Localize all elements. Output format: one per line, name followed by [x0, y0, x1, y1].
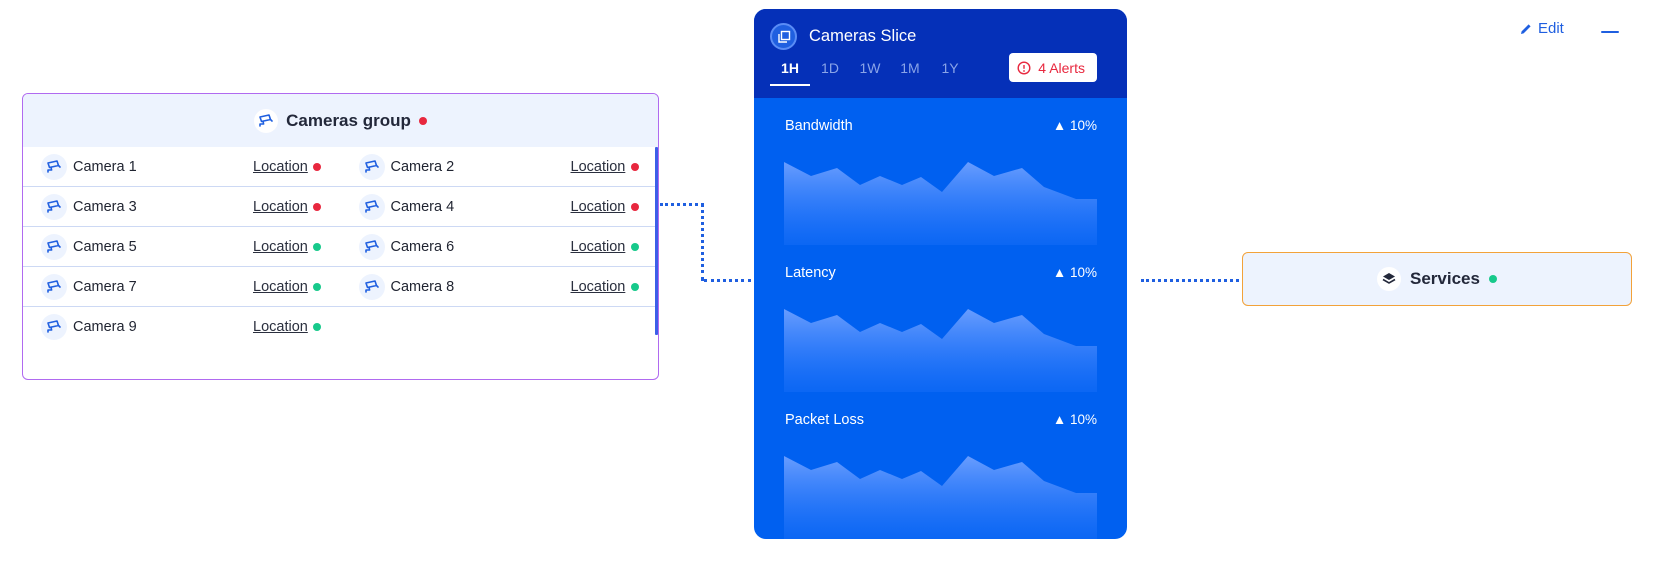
- metric-label: Bandwidth: [785, 118, 853, 134]
- metric-label: Packet Loss: [785, 412, 864, 428]
- camera-item[interactable]: Camera 4 Location: [341, 187, 659, 226]
- pencil-icon: [1521, 23, 1531, 34]
- cctv-camera-icon: [41, 233, 67, 260]
- edit-button[interactable]: Edit: [1520, 20, 1564, 37]
- camera-status-dot: [630, 243, 639, 251]
- camera-location-link[interactable]: Location: [571, 239, 626, 255]
- camera-name: Camera 7: [73, 278, 137, 295]
- camera-location-link[interactable]: Location: [253, 279, 308, 295]
- connector-group-to-slice-end: [704, 279, 751, 282]
- copy-stack-icon: [770, 23, 797, 50]
- tab-1y[interactable]: 1Y: [930, 58, 970, 86]
- slice-header: Cameras Slice 1H 1D 1W 1M 1Y 4 Alerts: [754, 9, 1127, 98]
- camera-status-dot: [630, 163, 639, 171]
- sparkline-area: [784, 309, 1097, 392]
- cctv-camera-icon: [41, 314, 67, 340]
- alert-circle-icon: [1017, 60, 1031, 75]
- camera-location-link[interactable]: Location: [571, 279, 626, 295]
- services-title: Services: [1410, 269, 1480, 288]
- slice-title: Cameras Slice: [809, 27, 917, 45]
- camera-name: Camera 1: [73, 158, 137, 175]
- camera-status-dot: [630, 283, 639, 291]
- camera-item[interactable]: Camera 5 Location: [23, 227, 341, 266]
- alerts-label: 4 Alerts: [1038, 59, 1085, 76]
- camera-item[interactable]: Camera 7 Location: [23, 267, 341, 306]
- camera-row: Camera 7 Location Camera 8 Location: [23, 267, 658, 307]
- cameras-group-card[interactable]: Cameras group Camera 1 Location Camera 2 Lo…: [22, 93, 659, 380]
- camera-item[interactable]: Camera 2 Location: [341, 147, 659, 186]
- camera-item[interactable]: Camera 1 Location: [23, 147, 341, 186]
- camera-status-dot: [313, 283, 321, 291]
- services-status-dot: [1488, 275, 1497, 283]
- camera-row: Camera 1 Location Camera 2 Location: [23, 147, 658, 187]
- cctv-camera-icon: [41, 193, 67, 220]
- camera-status-dot: [630, 203, 639, 211]
- camera-status-dot: [313, 323, 321, 331]
- camera-location-link[interactable]: Location: [253, 199, 308, 215]
- cctv-camera-icon: [358, 273, 385, 300]
- camera-status-dot: [313, 203, 321, 211]
- camera-item[interactable]: Camera 3 Location: [23, 187, 341, 226]
- cctv-camera-icon: [358, 153, 385, 180]
- metric-delta: ▲ 10%: [1052, 412, 1097, 427]
- services-card[interactable]: Services: [1242, 252, 1632, 306]
- cctv-camera-icon: [41, 273, 67, 300]
- cctv-camera-icon: [358, 233, 385, 260]
- camera-location-link[interactable]: Location: [253, 239, 308, 255]
- camera-row: Camera 9 Location: [23, 307, 658, 347]
- camera-name: Camera 3: [73, 198, 137, 215]
- canvas: Edit Cameras group Camera 1 Location Camer…: [0, 0, 1664, 571]
- cameras-group-title: Cameras group: [286, 110, 411, 130]
- cctv-camera-icon: [254, 108, 279, 133]
- tab-1w[interactable]: 1W: [850, 58, 890, 86]
- sparkline-area: [784, 162, 1097, 245]
- cameras-slice-card[interactable]: Cameras Slice 1H 1D 1W 1M 1Y 4 Alerts Bandwi…: [754, 9, 1127, 539]
- minimize-icon: [1601, 31, 1619, 33]
- camera-status-dot: [313, 243, 321, 251]
- connector-slice-to-services: [1141, 279, 1239, 282]
- camera-location-link[interactable]: Location: [571, 199, 626, 215]
- metrics-list: Bandwidth ▲ 10% Latency ▲ 10% Packet Loss ▲ 1…: [754, 98, 1127, 539]
- metric-delta: ▲ 10%: [1052, 265, 1097, 280]
- camera-item[interactable]: Camera 6 Location: [341, 227, 659, 266]
- layers-icon: [1377, 267, 1402, 291]
- connector-group-to-slice: [660, 203, 704, 281]
- camera-status-dot: [313, 163, 321, 171]
- camera-list: Camera 1 Location Camera 2 Location Camera 3…: [23, 147, 658, 379]
- minimize-button[interactable]: [1601, 23, 1621, 39]
- metric-delta: ▲ 10%: [1052, 118, 1097, 133]
- sparkline-area: [784, 456, 1097, 539]
- edit-label: Edit: [1538, 20, 1564, 37]
- camera-item[interactable]: Camera 9 Location: [23, 307, 341, 347]
- metric-panel: Bandwidth ▲ 10%: [754, 98, 1127, 245]
- camera-name: Camera 8: [390, 278, 455, 295]
- metric-panel: Packet Loss ▲ 10%: [754, 392, 1127, 539]
- camera-location-link[interactable]: Location: [253, 159, 308, 175]
- camera-location-link[interactable]: Location: [253, 319, 308, 335]
- camera-row: Camera 5 Location Camera 6 Location: [23, 227, 658, 267]
- metric-label: Latency: [785, 265, 836, 281]
- cctv-camera-icon: [41, 153, 67, 180]
- camera-row: Camera 3 Location Camera 4 Location: [23, 187, 658, 227]
- camera-name: Camera 4: [390, 198, 455, 215]
- camera-name: Camera 5: [73, 238, 137, 255]
- camera-name: Camera 6: [390, 238, 455, 255]
- tab-1h[interactable]: 1H: [770, 58, 810, 86]
- camera-location-link[interactable]: Location: [571, 159, 626, 175]
- tab-1m[interactable]: 1M: [890, 58, 930, 86]
- cctv-camera-icon: [358, 193, 385, 220]
- camera-name: Camera 2: [390, 158, 455, 175]
- cameras-group-header: Cameras group: [23, 94, 658, 147]
- group-status-dot: [418, 116, 427, 125]
- alerts-badge[interactable]: 4 Alerts: [1009, 53, 1097, 82]
- camera-name: Camera 9: [73, 319, 137, 335]
- tab-1d[interactable]: 1D: [810, 58, 850, 86]
- metric-panel: Latency ▲ 10%: [754, 245, 1127, 392]
- camera-item[interactable]: Camera 8 Location: [341, 267, 659, 306]
